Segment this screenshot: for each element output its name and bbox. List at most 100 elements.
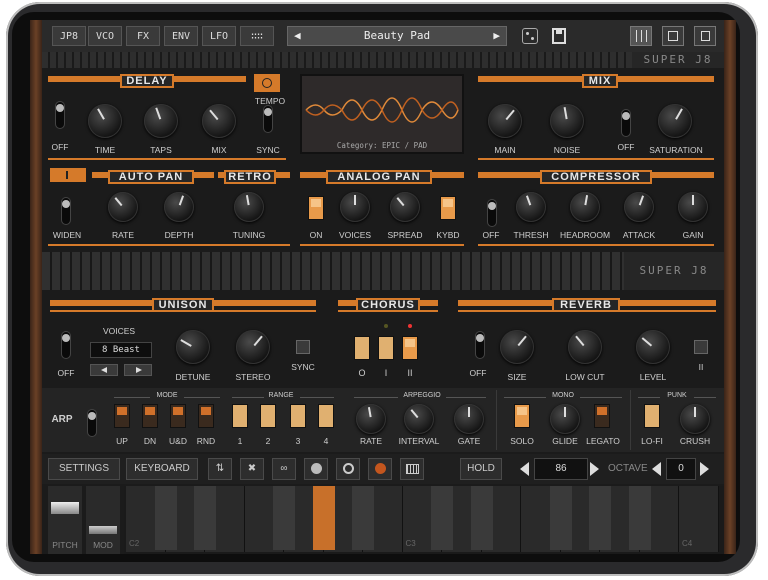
analogpan-on-button[interactable]	[308, 196, 324, 220]
arp-legato-label: LEGATO	[586, 436, 620, 446]
tab-matrix[interactable]: ∷∷	[240, 26, 274, 46]
info-icon[interactable]	[694, 26, 716, 46]
window-icon[interactable]	[662, 26, 684, 46]
analogpan-kybd-button[interactable]	[440, 196, 456, 220]
black-key[interactable]	[154, 486, 177, 550]
mix-main-knob[interactable]	[488, 104, 522, 138]
black-key[interactable]	[194, 486, 216, 550]
chorus-ii-button[interactable]	[402, 336, 418, 360]
arp-range-3-label: 3	[295, 436, 301, 446]
arp-solo-button[interactable]	[514, 404, 530, 428]
arp-range-3-button[interactable]	[290, 404, 306, 428]
link-icon[interactable]: ∞	[272, 458, 296, 480]
bluetooth-icon[interactable]: ✖	[240, 458, 264, 480]
autopan-widen-toggle[interactable]	[62, 198, 70, 224]
arp-range-4-button[interactable]	[318, 404, 334, 428]
reverb-size-knob[interactable]	[500, 330, 534, 364]
chorus-o-button[interactable]	[354, 336, 370, 360]
black-key[interactable]	[273, 486, 295, 550]
delay-time-knob[interactable]	[88, 104, 122, 138]
arp-punk-line-right	[694, 397, 716, 398]
compressor-attack-knob[interactable]	[624, 192, 654, 222]
tab-lfo[interactable]: LFO	[202, 26, 236, 46]
chorus-i-button[interactable]	[378, 336, 394, 360]
compressor-thresh-knob[interactable]	[516, 192, 546, 222]
arp-interval-knob[interactable]	[404, 404, 434, 434]
hold-button[interactable]: HOLD	[460, 458, 502, 480]
arp-crush-knob[interactable]	[680, 404, 710, 434]
keyboard-button[interactable]: KEYBOARD	[126, 458, 198, 480]
dice-icon[interactable]	[522, 28, 538, 44]
block-icon[interactable]	[336, 458, 360, 480]
preset-prev-arrow[interactable]: ◀	[294, 27, 301, 45]
tab-jp8[interactable]: JP8	[52, 26, 86, 46]
autopan-depth-knob[interactable]	[164, 192, 194, 222]
arp-toggle[interactable]	[88, 410, 96, 436]
top-bar: JP8 VCO FX ENV LFO ∷∷ ◀ Beauty Pad ▶	[42, 20, 724, 52]
unison-detune-knob[interactable]	[176, 330, 210, 364]
arp-legato-button[interactable]	[594, 404, 610, 428]
compressor-off-toggle[interactable]	[488, 200, 496, 226]
reverb-ii-button[interactable]	[694, 340, 708, 354]
arp-mode-dn-button[interactable]	[142, 404, 158, 428]
analogpan-voices-knob[interactable]	[340, 192, 370, 222]
reverb-off-toggle[interactable]	[476, 332, 484, 358]
black-key[interactable]	[431, 486, 453, 550]
arp-lofi-button[interactable]	[644, 404, 660, 428]
tab-fx[interactable]: FX	[126, 26, 160, 46]
black-key[interactable]	[312, 486, 335, 550]
arp-range-2-button[interactable]	[260, 404, 276, 428]
reverb-level-knob[interactable]	[636, 330, 670, 364]
delay-taps-knob[interactable]	[144, 104, 178, 138]
unison-stereo-knob[interactable]	[236, 330, 270, 364]
arp-gate-knob[interactable]	[454, 404, 484, 434]
palette-icon[interactable]	[304, 458, 328, 480]
tempo-down-arrow-icon[interactable]	[520, 462, 529, 476]
unison-voices-next-button[interactable]	[124, 364, 152, 376]
tempo-up-arrow-icon[interactable]	[590, 462, 599, 476]
reverb-lowcut-knob[interactable]	[568, 330, 602, 364]
arp-rate-knob[interactable]	[356, 404, 386, 434]
mix-saturation-knob[interactable]	[658, 104, 692, 138]
arp-glide-knob[interactable]	[550, 404, 580, 434]
delay-off-toggle[interactable]	[56, 102, 64, 128]
arp-mode-up-button[interactable]	[114, 404, 130, 428]
arp-range-1-button[interactable]	[232, 404, 248, 428]
arp-mode-ud-button[interactable]	[170, 404, 186, 428]
black-key[interactable]	[549, 486, 572, 550]
delay-mix-knob[interactable]	[202, 104, 236, 138]
preset-selector[interactable]: ◀ Beauty Pad ▶	[287, 26, 507, 46]
unison-voices-prev-button[interactable]	[90, 364, 118, 376]
tab-vco[interactable]: VCO	[88, 26, 122, 46]
analogpan-underline	[300, 244, 464, 246]
black-key[interactable]	[352, 486, 374, 550]
tab-env[interactable]: ENV	[164, 26, 198, 46]
retro-tuning-knob[interactable]	[234, 192, 264, 222]
black-key[interactable]	[589, 486, 611, 550]
preset-next-arrow[interactable]: ▶	[493, 27, 500, 45]
arp-mode-rnd-button[interactable]	[198, 404, 214, 428]
autopan-rate-knob[interactable]	[108, 192, 138, 222]
compressor-headroom-knob[interactable]	[570, 192, 600, 222]
piano-icon[interactable]	[400, 458, 424, 480]
globe-icon[interactable]	[254, 74, 280, 92]
octave-up-arrow-icon[interactable]	[700, 462, 709, 476]
mix-noise-knob[interactable]	[550, 104, 584, 138]
black-key[interactable]	[628, 486, 651, 550]
unison-off-toggle[interactable]	[62, 332, 70, 358]
mix-off-toggle[interactable]	[622, 110, 630, 136]
black-key[interactable]	[470, 486, 493, 550]
compressor-gain-knob[interactable]	[678, 192, 708, 222]
settings-button[interactable]: SETTINGS	[48, 458, 120, 480]
unison-sync-button[interactable]	[296, 340, 310, 354]
octave-down-arrow-icon[interactable]	[652, 462, 661, 476]
save-icon[interactable]	[552, 28, 566, 44]
delay-sync-toggle[interactable]	[264, 106, 272, 132]
mixer-sliders-icon[interactable]	[630, 26, 652, 46]
updown-arrows-icon[interactable]: ⇅	[208, 458, 232, 480]
autopan-width-icon[interactable]	[50, 168, 86, 182]
white-key[interactable]: C4	[679, 486, 719, 552]
record-icon[interactable]	[368, 458, 392, 480]
octave-value: 0	[666, 458, 696, 480]
analogpan-spread-knob[interactable]	[390, 192, 420, 222]
